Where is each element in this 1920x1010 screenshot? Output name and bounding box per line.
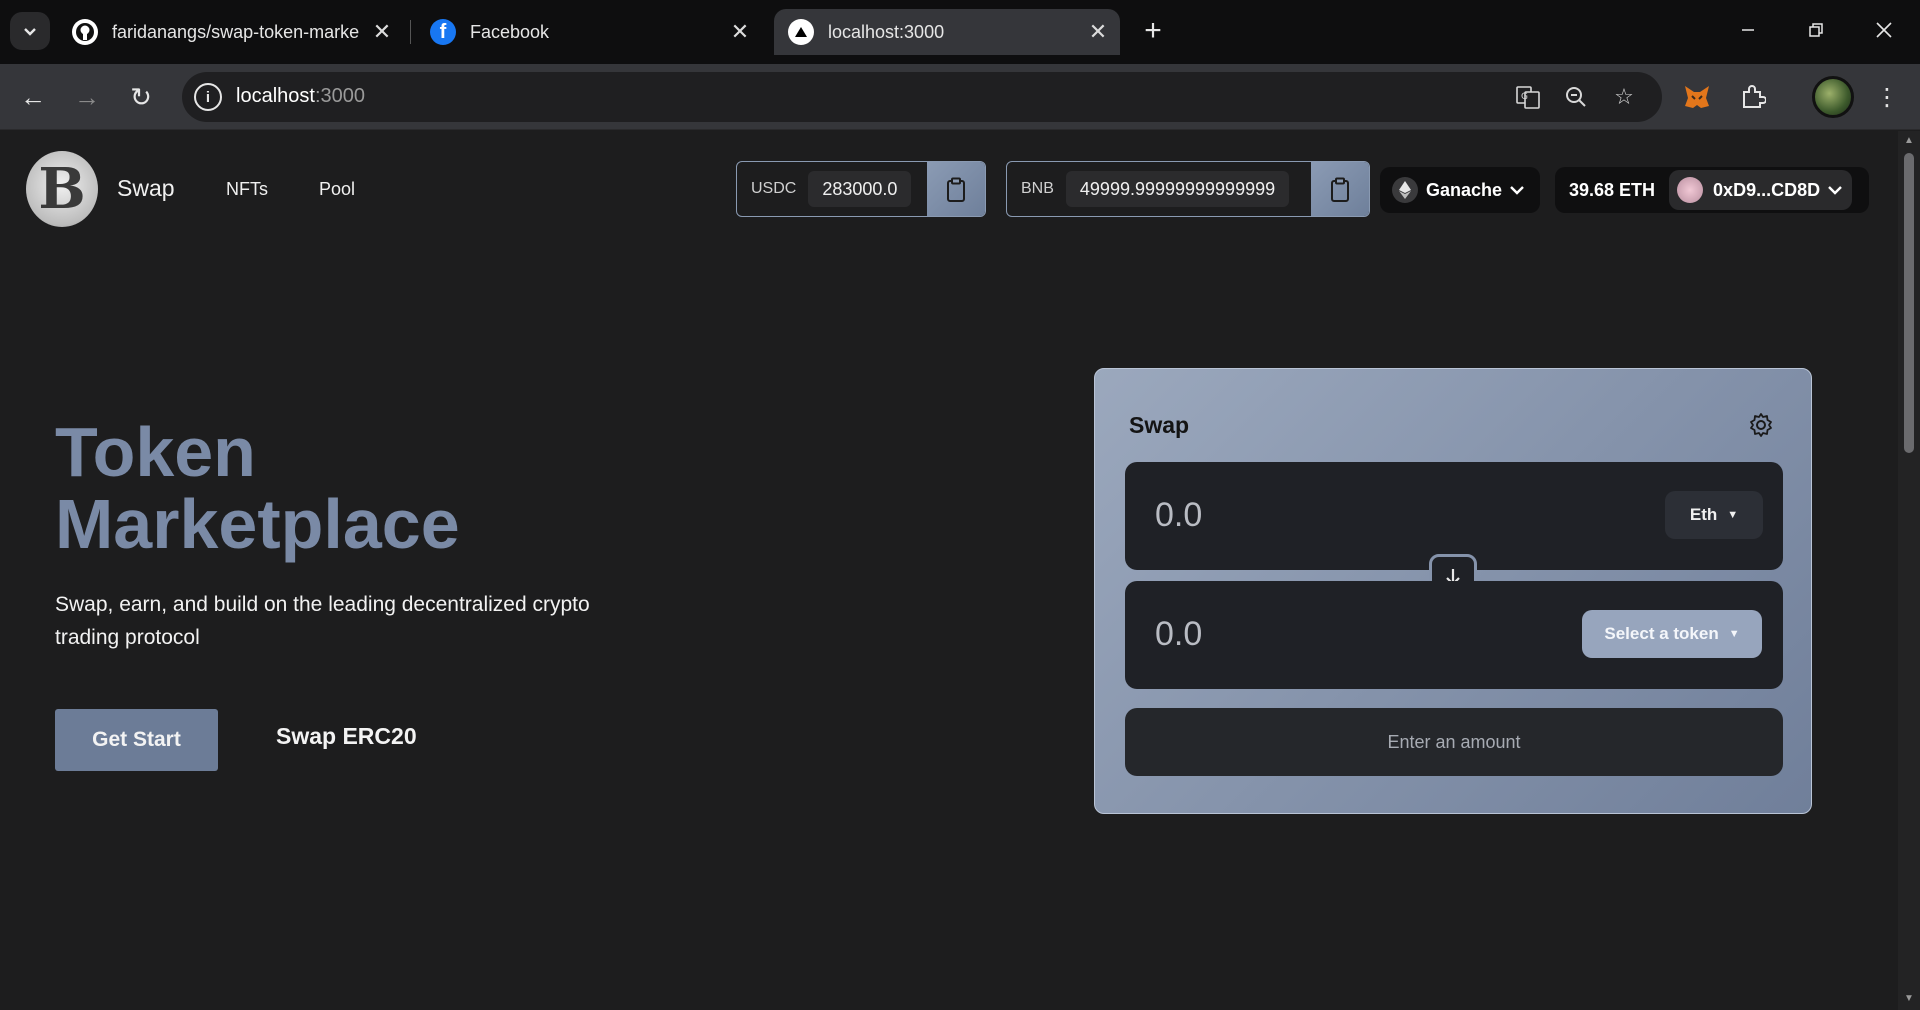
browser-tab-bar: faridanangs/swap-token-marke ✕ f Faceboo… [0,0,1920,64]
account-button[interactable]: 39.68 ETH 0xD9...CD8D [1555,167,1869,213]
arrow-right-icon: → [74,81,100,112]
chevron-down-icon [24,28,36,36]
token-symbol: USDC [751,180,797,197]
token-symbol: BNB [1021,180,1054,197]
nav-nfts[interactable]: NFTs [226,179,268,200]
network-name: Ganache [1426,179,1503,200]
address-bar[interactable]: i localhost:3000 G ☆ [182,72,1662,122]
github-icon [72,19,98,45]
new-tab-button[interactable]: + [1134,12,1172,50]
bookmark-star-icon[interactable]: ☆ [1608,81,1640,113]
clipboard-icon [947,177,965,202]
tab-label: localhost:3000 [828,21,945,42]
scroll-down-icon[interactable]: ▼ [1903,993,1915,1005]
close-icon[interactable]: ✕ [726,18,754,46]
site-logo[interactable]: B [26,151,98,227]
page-content: B Swap NFTs Pool USDC 283000.0 BNB 49999… [0,131,1898,1010]
chevron-down-icon [1828,182,1842,198]
minimize-button[interactable] [1714,0,1782,60]
swap-card: Swap 0.0 Eth ▼ 0.0 Select a token ▼ Ente… [1094,368,1812,814]
svg-text:G: G [1521,92,1528,102]
network-selector[interactable]: Ganache [1380,167,1540,213]
swap-to-field: 0.0 Select a token ▼ [1125,581,1783,689]
page-scrollbar[interactable]: ▲ ▼ [1898,131,1920,1010]
from-token-select[interactable]: Eth ▼ [1665,491,1763,539]
translate-icon[interactable]: G [1512,81,1544,113]
get-start-button[interactable]: Get Start [55,709,218,771]
from-amount-input[interactable]: 0.0 [1155,496,1202,535]
close-icon[interactable]: ✕ [368,18,396,46]
token-balance: 283000.0 [808,171,912,207]
hero-subtitle: Swap, earn, and build on the leading dec… [55,593,590,649]
swap-erc20-button[interactable]: Swap ERC20 [276,723,417,750]
restore-icon [1809,23,1823,37]
tab-label: Facebook [470,21,550,42]
tab-label: faridanangs/swap-token-marke [112,21,360,42]
nav-swap[interactable]: Swap [117,175,175,202]
select-token-button[interactable]: Select a token ▼ [1582,610,1762,658]
zoom-icon[interactable] [1560,81,1592,113]
extensions-puzzle-icon[interactable] [1734,78,1772,116]
info-icon[interactable]: i [194,83,222,111]
browser-toolbar: ← → ↻ i localhost:3000 G ☆ ⋮ [0,64,1920,130]
to-amount-input[interactable]: 0.0 [1155,615,1202,654]
chevron-down-icon [1510,182,1524,198]
account-address: 0xD9...CD8D [1713,179,1821,200]
more-menu-icon[interactable]: ⋮ [1868,78,1906,116]
close-icon [1876,22,1892,38]
ethereum-icon [1392,177,1418,203]
scrollbar-thumb[interactable] [1904,153,1914,453]
bnb-balance-box: BNB 49999.99999999999999 [1006,161,1370,217]
tab-github[interactable]: faridanangs/swap-token-marke ✕ [58,9,404,55]
copy-bnb-button[interactable] [1311,162,1369,216]
scroll-up-icon[interactable]: ▲ [1903,135,1915,147]
enter-amount-button[interactable]: Enter an amount [1125,708,1783,776]
account-balance: 39.68 ETH [1569,179,1656,200]
copy-usdc-button[interactable] [927,162,985,216]
tab-facebook[interactable]: f Facebook ✕ [416,9,762,55]
token-balance: 49999.99999999999999 [1065,171,1290,207]
hero-title: Token Marketplace [55,413,460,563]
reload-icon: ↻ [130,81,152,112]
caret-down-icon: ▼ [1727,509,1739,521]
forward-button[interactable]: → [66,76,108,118]
tab-separator [410,20,411,44]
close-window-button[interactable] [1850,0,1918,60]
nav-pool[interactable]: Pool [319,179,355,200]
reload-button[interactable]: ↻ [120,76,162,118]
facebook-icon: f [430,19,456,45]
tab-search-button[interactable] [10,12,50,50]
close-icon[interactable]: ✕ [1084,18,1112,46]
address-url[interactable]: localhost:3000 [236,85,365,108]
clipboard-icon [1331,177,1349,202]
profile-avatar[interactable] [1812,76,1854,118]
vercel-triangle-icon [788,19,814,45]
caret-down-icon: ▼ [1728,628,1740,640]
metamask-icon[interactable] [1678,78,1716,116]
tab-localhost-active[interactable]: localhost:3000 ✕ [774,9,1120,55]
arrow-left-icon: ← [20,81,46,112]
minimize-icon [1742,29,1754,31]
account-avatar [1677,177,1704,203]
account-address-chip[interactable]: 0xD9...CD8D [1669,170,1853,210]
back-button[interactable]: ← [12,76,54,118]
usdc-balance-box: USDC 283000.0 [736,161,986,217]
settings-gear-icon[interactable] [1747,411,1775,439]
restore-button[interactable] [1782,0,1850,60]
swap-card-title: Swap [1129,412,1190,438]
